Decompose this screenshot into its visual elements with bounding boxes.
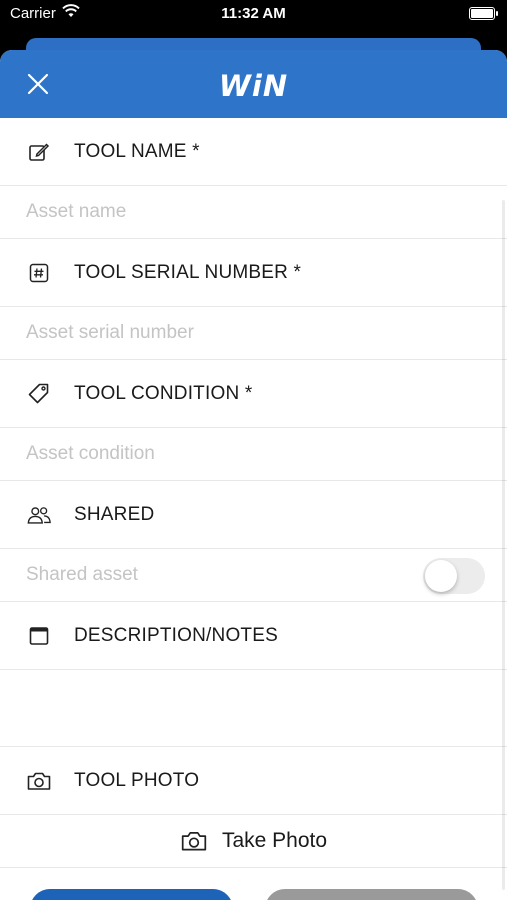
section-description: DESCRIPTION/NOTES xyxy=(0,602,507,670)
notes-row xyxy=(0,670,507,747)
app-logo: WiN xyxy=(218,69,289,103)
hash-icon xyxy=(26,260,52,286)
battery-icon xyxy=(469,7,498,20)
section-tool-name: TOOL NAME * xyxy=(0,118,507,186)
section-title-shared: SHARED xyxy=(74,503,155,525)
section-tool-photo: TOOL PHOTO xyxy=(0,747,507,815)
camera-icon xyxy=(26,768,52,794)
add-tool-sheet: WiN TOOL NAME * TOOL SERIAL NUMBER * TOO… xyxy=(0,50,507,900)
tag-icon xyxy=(26,381,52,407)
section-title-tool-condition: TOOL CONDITION * xyxy=(74,382,253,404)
asset-condition-input[interactable] xyxy=(26,443,456,465)
asset-name-input[interactable] xyxy=(26,201,456,223)
bottom-buttons xyxy=(0,868,507,900)
section-tool-condition: TOOL CONDITION * xyxy=(0,360,507,428)
section-title-serial-number: TOOL SERIAL NUMBER * xyxy=(74,261,302,283)
shared-asset-label: Shared asset xyxy=(26,564,138,585)
section-title-tool-photo: TOOL PHOTO xyxy=(74,769,200,791)
shared-toggle[interactable] xyxy=(423,558,485,594)
toggle-knob xyxy=(425,560,457,592)
section-title-tool-name: TOOL NAME * xyxy=(74,140,200,162)
section-serial-number: TOOL SERIAL NUMBER * xyxy=(0,239,507,307)
description-textarea[interactable] xyxy=(26,678,485,742)
window-icon xyxy=(26,623,52,649)
secondary-button[interactable] xyxy=(265,889,478,900)
serial-number-row xyxy=(0,307,507,360)
take-photo-label: Take Photo xyxy=(221,829,328,852)
take-photo-button[interactable]: Take Photo xyxy=(0,815,507,868)
shared-row: Shared asset xyxy=(0,549,507,602)
status-bar: Carrier 11:32 AM xyxy=(0,0,507,30)
clock: 11:32 AM xyxy=(221,5,286,22)
users-icon xyxy=(26,502,52,528)
primary-button[interactable] xyxy=(30,889,233,900)
edit-icon xyxy=(26,139,52,165)
section-title-description: DESCRIPTION/NOTES xyxy=(74,624,278,646)
header-bar: WiN xyxy=(0,50,507,118)
scrollbar[interactable] xyxy=(502,200,505,890)
asset-serial-input[interactable] xyxy=(26,322,456,344)
camera-icon xyxy=(180,829,208,853)
condition-row xyxy=(0,428,507,481)
section-shared: SHARED xyxy=(0,481,507,549)
tool-name-row xyxy=(0,186,507,239)
